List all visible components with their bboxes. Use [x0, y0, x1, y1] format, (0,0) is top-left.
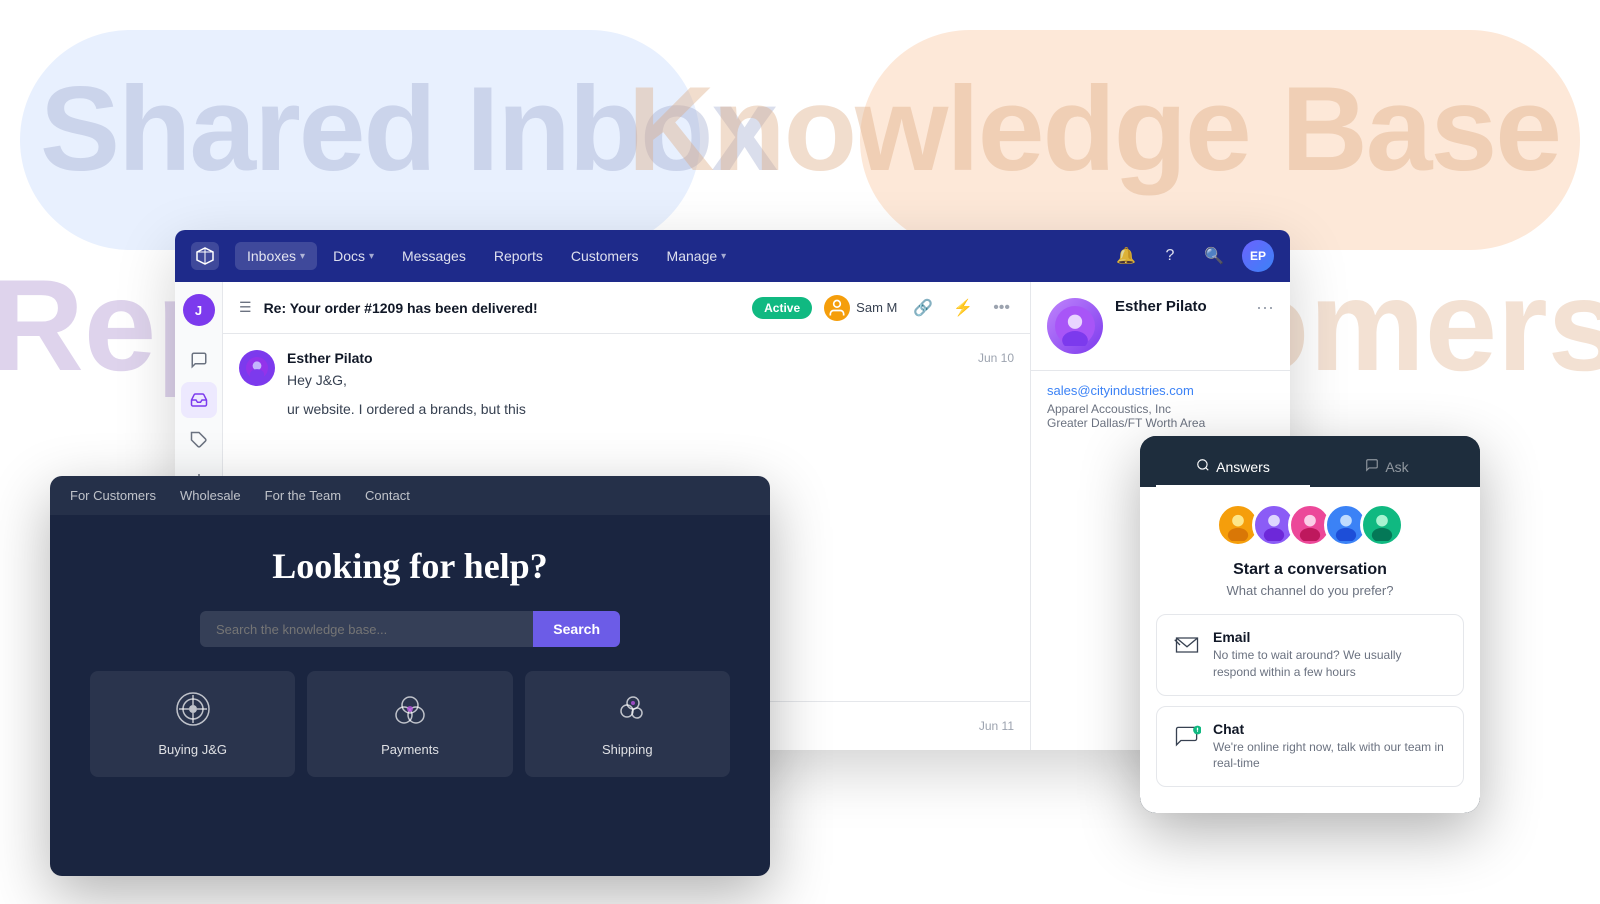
sidebar-inbox-icon[interactable] — [181, 382, 217, 418]
status-badge: Active — [752, 297, 812, 319]
contact-location: Greater Dallas/FT Worth Area — [1047, 416, 1274, 430]
chat-tab-ask[interactable]: Ask — [1310, 448, 1464, 487]
inboxes-chevron-icon: ▾ — [300, 251, 305, 262]
message-sender-name: Esther Pilato — [287, 350, 373, 366]
nav-item-messages[interactable]: Messages — [390, 242, 478, 270]
contact-company: Apparel Accoustics, Inc — [1047, 402, 1274, 416]
chat-option-icon — [1173, 723, 1201, 757]
email-option-desc: No time to wait around? We usually respo… — [1213, 647, 1447, 681]
buying-icon — [175, 691, 211, 734]
answers-tab-label: Answers — [1216, 459, 1270, 475]
sidebar-chat-icon[interactable] — [181, 342, 217, 378]
chat-option-email[interactable]: Email No time to wait around? We usually… — [1156, 614, 1464, 696]
chat-heading: Start a conversation — [1156, 561, 1464, 579]
kb-card-buying-label: Buying J&G — [158, 742, 227, 757]
sidebar-label-icon[interactable] — [181, 422, 217, 458]
link-icon[interactable]: 🔗 — [909, 294, 937, 322]
more-options-icon[interactable]: ••• — [989, 295, 1014, 321]
message-item: Esther Pilato Jun 10 Hey J&G, ur website… — [239, 350, 1014, 420]
ask-tab-label: Ask — [1385, 459, 1408, 475]
search-button[interactable]: 🔍 — [1198, 240, 1230, 272]
kb-nav-team[interactable]: For the Team — [265, 488, 341, 503]
contact-more-button[interactable]: ⋯ — [1256, 298, 1274, 319]
nav-item-reports[interactable]: Reports — [482, 242, 555, 270]
nav-item-inboxes[interactable]: Inboxes ▾ — [235, 242, 317, 270]
email-option-content: Email No time to wait around? We usually… — [1213, 629, 1447, 681]
kb-search-button[interactable]: Search — [533, 611, 620, 647]
email-option-title: Email — [1213, 629, 1447, 645]
contact-header: Esther Pilato ⋯ — [1031, 282, 1290, 371]
bg-text-knowledge-base: Knowledge Base — [628, 60, 1560, 198]
contact-name: Esther Pilato — [1115, 298, 1244, 315]
kb-main: Looking for help? Search B — [50, 515, 770, 876]
conversation-header: ☰ Re: Your order #1209 has been delivere… — [223, 282, 1030, 334]
contact-details: Esther Pilato — [1115, 298, 1244, 319]
app-logo — [191, 242, 219, 270]
chat-tab-answers[interactable]: Answers — [1156, 448, 1310, 487]
manage-chevron-icon: ▾ — [721, 251, 726, 262]
contact-email[interactable]: sales@cityindustries.com — [1047, 383, 1274, 398]
kb-search-row: Search — [200, 611, 620, 647]
shipping-icon — [609, 691, 645, 734]
ask-tab-icon — [1365, 458, 1379, 475]
conversation-title: Re: Your order #1209 has been delivered! — [264, 300, 741, 316]
nav-right: 🔔 ? 🔍 EP — [1110, 240, 1274, 272]
kb-title: Looking for help? — [272, 545, 547, 587]
agent-avatar-5 — [1360, 503, 1404, 547]
chat-body: Start a conversation What channel do you… — [1140, 487, 1480, 813]
kb-card-payments-label: Payments — [381, 742, 439, 757]
answers-tab-icon — [1196, 458, 1210, 475]
notifications-button[interactable]: 🔔 — [1110, 240, 1142, 272]
nav-items: Inboxes ▾ Docs ▾ Messages Reports Custom… — [235, 242, 1110, 270]
email-option-icon — [1173, 631, 1201, 665]
kb-card-shipping[interactable]: Shipping — [525, 671, 730, 777]
chat-option-content: Chat We're online right now, talk with o… — [1213, 721, 1447, 773]
contact-photo — [1047, 298, 1103, 354]
chat-option-desc: We're online right now, talk with our te… — [1213, 739, 1447, 773]
chat-subheading: What channel do you prefer? — [1156, 583, 1464, 598]
agent-avatar — [824, 295, 850, 321]
message-sender-avatar — [239, 350, 275, 386]
kb-search-input[interactable] — [200, 611, 533, 647]
kb-cards: Buying J&G Payments — [90, 671, 730, 777]
docs-chevron-icon: ▾ — [369, 251, 374, 262]
chat-widget: Answers Ask — [1140, 436, 1480, 813]
chat-option-chat[interactable]: Chat We're online right now, talk with o… — [1156, 706, 1464, 788]
action-icon[interactable]: ⚡ — [949, 294, 977, 322]
kb-card-buying[interactable]: Buying J&G — [90, 671, 295, 777]
nav-item-manage[interactable]: Manage ▾ — [655, 242, 739, 270]
message-greeting: Hey J&G, — [287, 370, 1014, 391]
knowledge-base-window: For Customers Wholesale For the Team Con… — [50, 476, 770, 876]
kb-card-payments[interactable]: Payments — [307, 671, 512, 777]
message-text: ur website. I ordered a brands, but this — [287, 399, 1014, 420]
chat-option-title: Chat — [1213, 721, 1447, 737]
agent-name: Sam M — [856, 300, 897, 315]
nav-item-docs[interactable]: Docs ▾ — [321, 242, 386, 270]
kb-card-shipping-label: Shipping — [602, 742, 653, 757]
bottom-date: Jun 11 — [979, 719, 1014, 733]
nav-item-customers[interactable]: Customers — [559, 242, 651, 270]
contact-info: sales@cityindustries.com Apparel Accoust… — [1031, 371, 1290, 442]
kb-nav-contact[interactable]: Contact — [365, 488, 410, 503]
agent-info: Sam M — [824, 295, 897, 321]
kb-nav-customers[interactable]: For Customers — [70, 488, 156, 503]
chat-agent-avatars — [1156, 503, 1464, 547]
help-button[interactable]: ? — [1154, 240, 1186, 272]
sidebar-user-avatar: J — [183, 294, 215, 326]
message-date: Jun 10 — [978, 351, 1014, 365]
user-avatar[interactable]: EP — [1242, 240, 1274, 272]
payments-icon — [392, 691, 428, 734]
nav-bar: Inboxes ▾ Docs ▾ Messages Reports Custom… — [175, 230, 1290, 282]
conversation-icon: ☰ — [239, 299, 252, 316]
message-body: Esther Pilato Jun 10 Hey J&G, ur website… — [287, 350, 1014, 420]
chat-tabs: Answers Ask — [1140, 436, 1480, 487]
kb-nav: For Customers Wholesale For the Team Con… — [50, 476, 770, 515]
kb-nav-wholesale[interactable]: Wholesale — [180, 488, 241, 503]
